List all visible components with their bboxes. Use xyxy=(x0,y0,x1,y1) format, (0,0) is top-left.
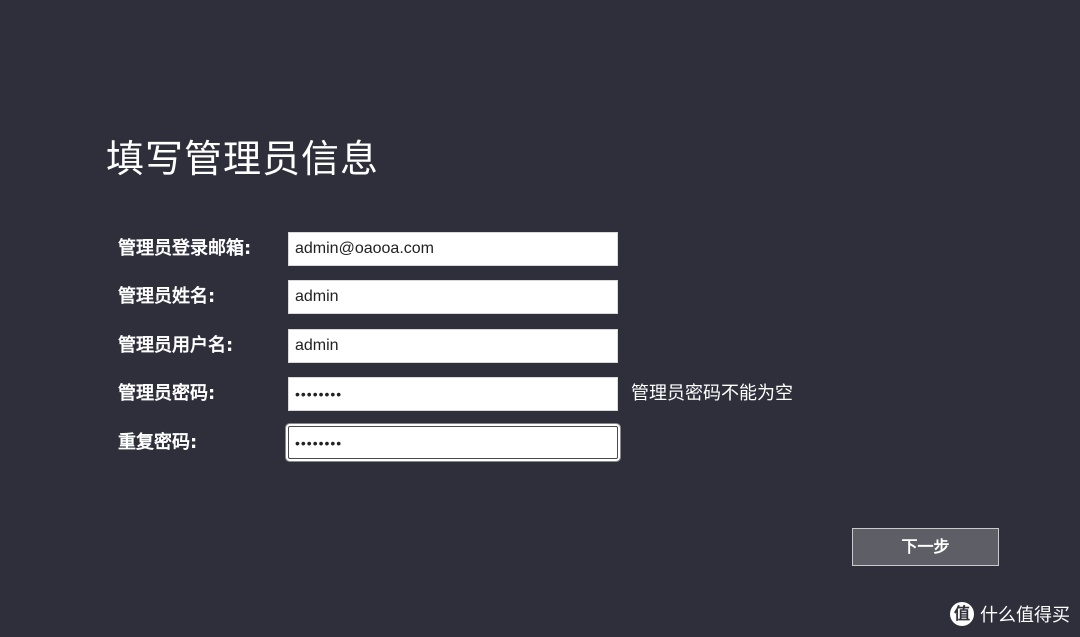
email-field[interactable] xyxy=(288,232,618,266)
setup-page: 填写管理员信息 管理员登录邮箱: 管理员姓名: 管理员用户名: 管理员密码: 管… xyxy=(0,0,1080,637)
confirm-password-row: 重复密码: xyxy=(0,426,1080,460)
page-title: 填写管理员信息 xyxy=(106,137,380,181)
email-label: 管理员登录邮箱: xyxy=(118,238,252,259)
confirm-password-label: 重复密码: xyxy=(118,432,198,453)
confirm-password-field[interactable] xyxy=(288,426,618,459)
username-label: 管理员用户名: xyxy=(118,335,234,356)
watermark: 值 什么值得买 xyxy=(950,600,1070,628)
username-field[interactable] xyxy=(288,329,618,363)
watermark-text: 什么值得买 xyxy=(980,605,1070,626)
password-field[interactable] xyxy=(288,377,618,411)
name-row: 管理员姓名: xyxy=(0,280,1080,314)
password-row: 管理员密码: 管理员密码不能为空 xyxy=(0,377,1080,411)
password-error-hint: 管理员密码不能为空 xyxy=(631,383,793,404)
name-label: 管理员姓名: xyxy=(118,286,216,307)
next-button[interactable]: 下一步 xyxy=(852,528,999,566)
watermark-logo-icon: 值 xyxy=(950,602,974,626)
password-label: 管理员密码: xyxy=(118,383,216,404)
email-row: 管理员登录邮箱: xyxy=(0,232,1080,266)
watermark-logo-glyph: 值 xyxy=(953,604,970,623)
username-row: 管理员用户名: xyxy=(0,329,1080,363)
name-field[interactable] xyxy=(288,280,618,314)
